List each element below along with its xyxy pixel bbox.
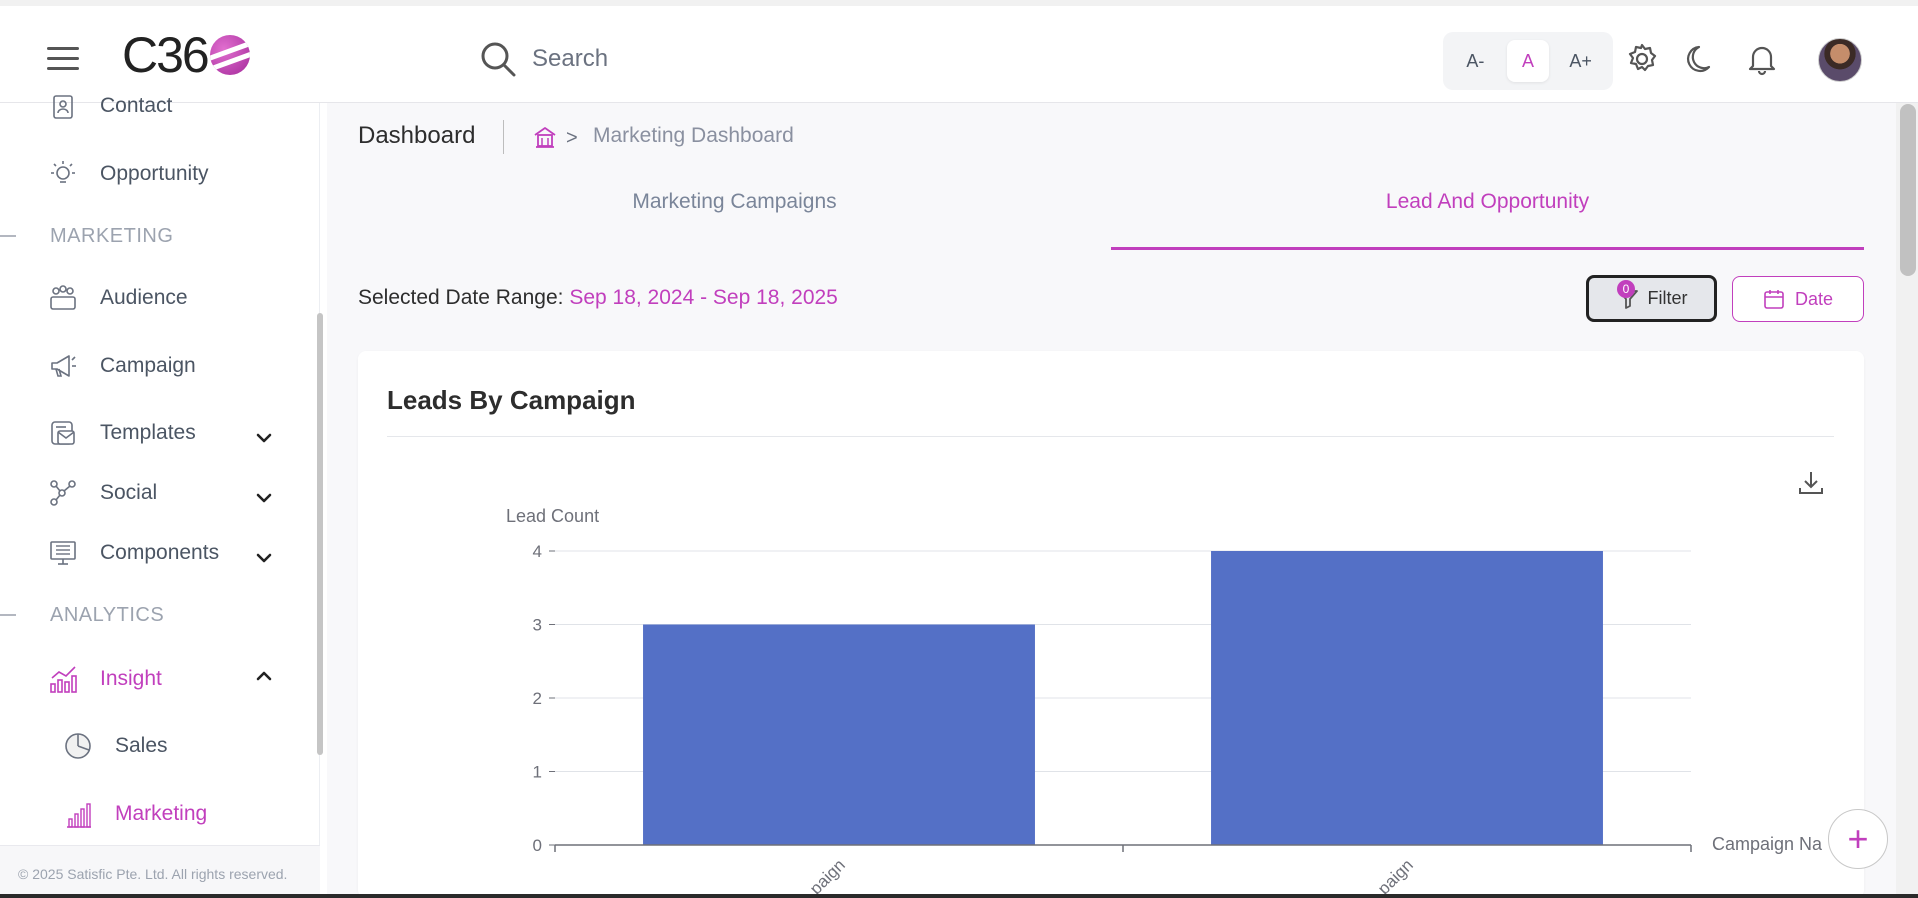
date-range: Selected Date Range: Sep 18, 2024 - Sep … [358, 286, 838, 310]
x-tick-label: paign [806, 855, 849, 898]
home-icon[interactable] [532, 124, 558, 150]
logo-text: C36 [122, 27, 210, 83]
sidebar-scrollbar[interactable] [317, 313, 323, 755]
section-dash [0, 235, 16, 237]
moon-icon[interactable] [1685, 42, 1719, 76]
search-input[interactable]: Search [532, 45, 608, 73]
font-size-switcher: A- A A+ [1443, 32, 1613, 90]
breadcrumb-divider [503, 120, 504, 154]
y-tick-label: 2 [533, 689, 542, 708]
search-icon [481, 42, 516, 77]
filter-button[interactable]: 0 Filter [1586, 275, 1717, 322]
y-tick-label: 4 [533, 542, 542, 561]
leads-by-campaign-card: Leads By Campaign 0 1 2 3 4 Lead Count paign pa… [358, 351, 1864, 898]
chevron-up-icon[interactable] [254, 669, 274, 683]
sidebar-item-label: Campaign [100, 354, 196, 377]
components-icon [50, 541, 76, 565]
sidebar: Contact Opportunity MARKETING Audience C… [0, 94, 320, 898]
copyright-footer: © 2025 Satisfic Pte. Ltd. All rights res… [0, 845, 320, 898]
main-scrollbar[interactable] [1900, 104, 1916, 276]
sidebar-item-label: Social [100, 481, 158, 504]
app-logo[interactable]: C36 [122, 27, 250, 83]
bar-chart: 0 1 2 3 4 Lead Count paign paign Campaign Na [506, 506, 1823, 898]
chevron-down-icon[interactable] [254, 551, 274, 565]
gear-icon[interactable] [1625, 42, 1659, 76]
sidebar-item-insight[interactable]: Insight [48, 664, 162, 694]
date-range-value: Sep 18, 2024 - Sep 18, 2025 [569, 286, 838, 309]
breadcrumb-current: Marketing Dashboard [593, 124, 794, 147]
filter-label: Filter [1647, 288, 1688, 308]
sidebar-item-label: Marketing [115, 802, 208, 825]
sidebar-item-label: Audience [100, 286, 188, 309]
sidebar-item-label: Insight [100, 667, 162, 690]
chart-bar [643, 624, 1035, 845]
sidebar-item-templates[interactable]: Templates [48, 418, 196, 448]
y-axis-label: Lead Count [506, 506, 599, 526]
section-marketing: MARKETING [50, 225, 174, 247]
font-normal-button[interactable]: A [1506, 40, 1549, 82]
sidebar-item-label: Components [100, 541, 220, 564]
section-analytics: ANALYTICS [50, 604, 165, 626]
logo-sphere-icon [209, 35, 250, 75]
insight-icon [50, 666, 77, 693]
social-icon [50, 480, 76, 506]
sidebar-item-contact[interactable]: Contact [48, 91, 172, 121]
y-tick-label: 0 [533, 836, 542, 855]
sidebar-item-components[interactable]: Components [48, 538, 219, 568]
breadcrumb-chevron: > [566, 127, 578, 149]
search-bar[interactable]: Search [478, 38, 608, 80]
y-tick-label: 3 [533, 616, 542, 635]
section-dash [0, 614, 16, 616]
chevron-down-icon[interactable] [254, 431, 274, 445]
sidebar-item-label: Opportunity [100, 162, 209, 185]
y-tick-label: 1 [533, 763, 542, 782]
font-decrease-button[interactable]: A- [1454, 40, 1496, 82]
sidebar-item-label: Contact [100, 94, 173, 117]
chart-bar [1211, 551, 1603, 845]
user-avatar[interactable] [1818, 38, 1862, 82]
sidebar-item-label: Sales [115, 734, 168, 757]
sidebar-item-sales[interactable]: Sales [63, 731, 168, 761]
sidebar-item-opportunity[interactable]: Opportunity [48, 159, 209, 189]
templates-icon [51, 421, 75, 445]
sidebar-item-campaign[interactable]: Campaign [48, 351, 196, 381]
tab-lead-and-opportunity[interactable]: Lead And Opportunity [1111, 190, 1864, 250]
add-fab-button[interactable]: + [1828, 809, 1888, 869]
hamburger-menu-icon[interactable] [47, 47, 79, 71]
chevron-down-icon[interactable] [254, 491, 274, 505]
date-range-label: Selected Date Range: [358, 286, 570, 309]
bottom-border [0, 894, 1918, 898]
date-button[interactable]: Date [1732, 276, 1864, 322]
filter-count-badge: 0 [1617, 280, 1635, 298]
megaphone-icon [51, 355, 76, 377]
x-tick-label: paign [1374, 855, 1417, 898]
date-label: Date [1794, 288, 1834, 309]
bar-chart-icon [67, 803, 91, 828]
x-axis-label: Campaign Na [1712, 834, 1823, 854]
sidebar-item-audience[interactable]: Audience [48, 283, 188, 313]
page-title: Dashboard [358, 122, 476, 149]
sidebar-item-marketing[interactable]: Marketing [63, 799, 207, 829]
top-header: C36 Search A- A A+ [0, 0, 1918, 103]
bell-icon[interactable] [1745, 42, 1779, 76]
calendar-icon [1764, 290, 1784, 309]
sidebar-item-label: Templates [100, 421, 196, 444]
sidebar-item-social[interactable]: Social [48, 478, 157, 508]
pie-icon [65, 733, 91, 759]
contact-icon [53, 95, 73, 119]
font-increase-button[interactable]: A+ [1560, 40, 1602, 82]
tab-marketing-campaigns[interactable]: Marketing Campaigns [358, 190, 1111, 250]
lightbulb-icon [51, 161, 75, 183]
audience-icon [50, 285, 76, 310]
